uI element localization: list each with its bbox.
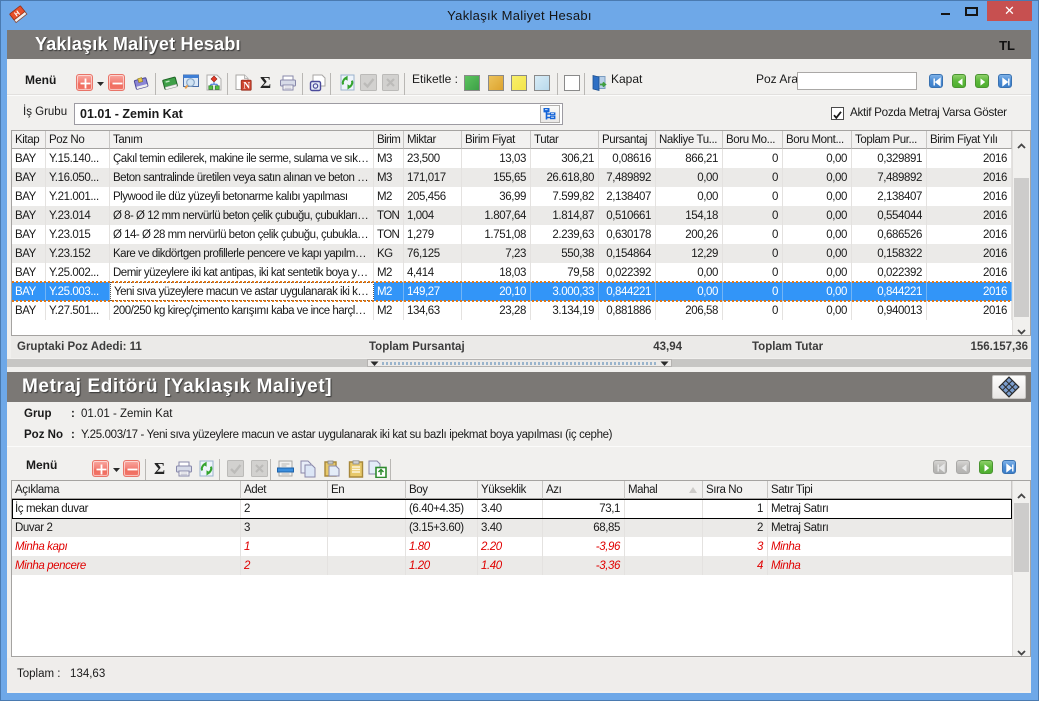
svg-text:Σ: Σ [260,74,271,91]
svg-text:N: N [243,82,250,91]
svg-text:Σ: Σ [154,460,165,477]
